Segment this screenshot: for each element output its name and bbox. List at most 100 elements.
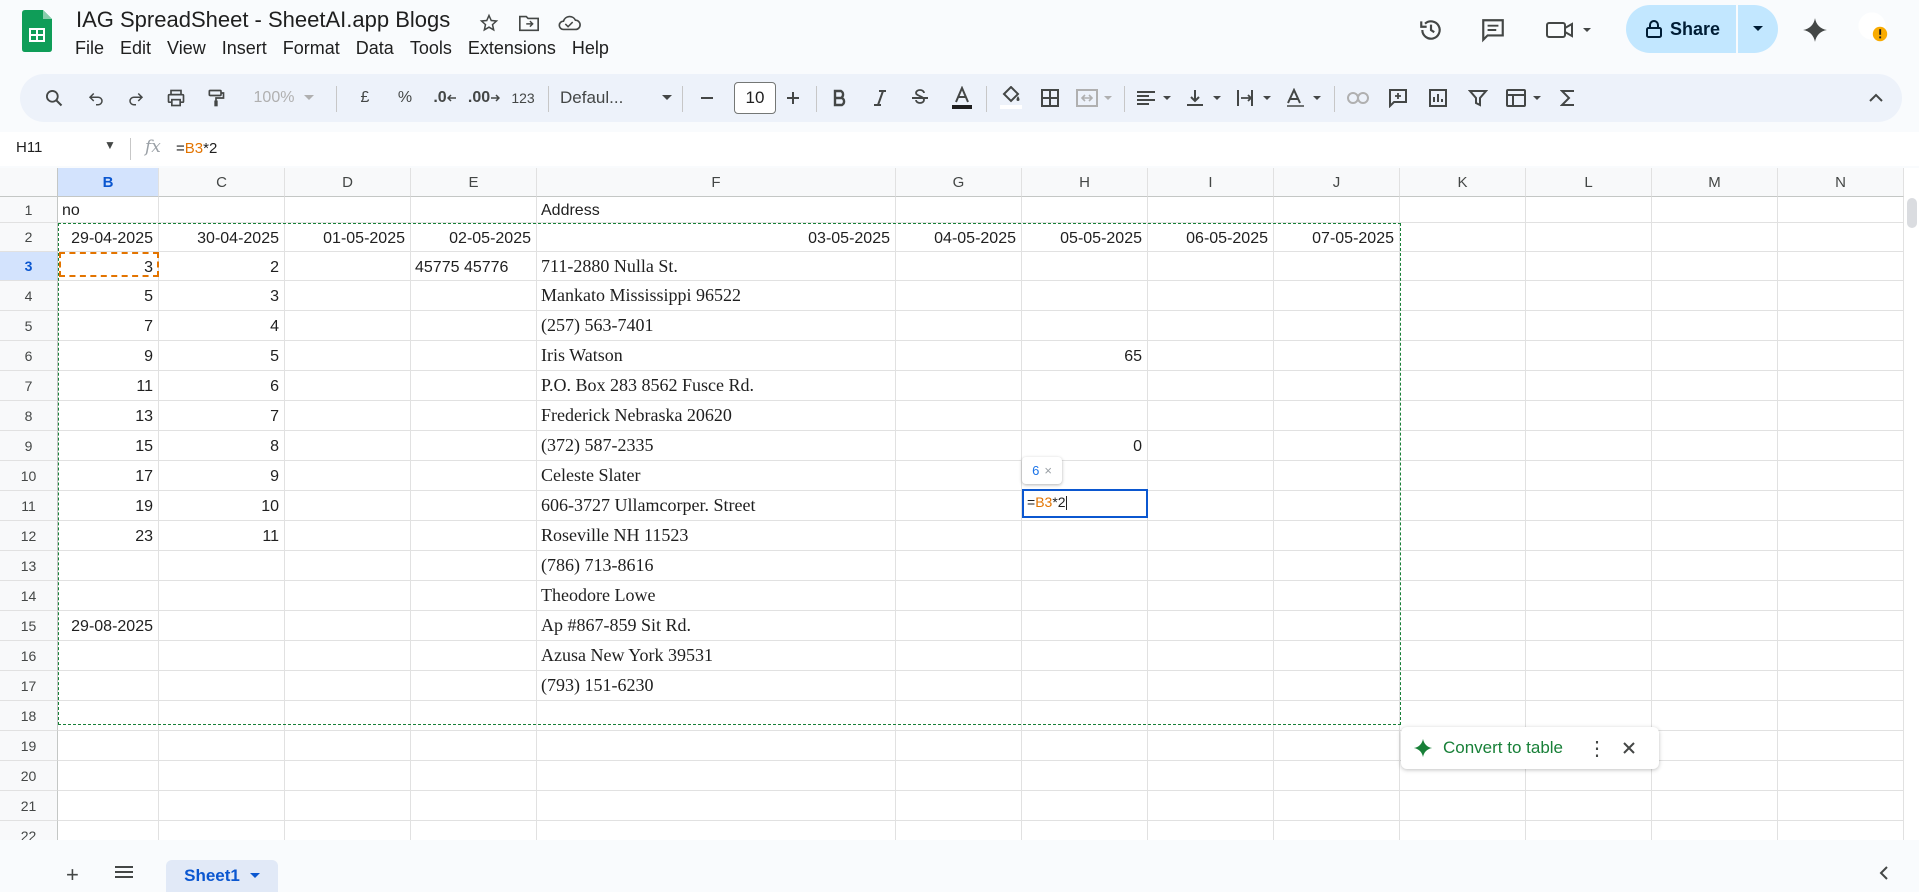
column-header-m[interactable]: M bbox=[1652, 168, 1778, 197]
document-title[interactable]: IAG SpreadSheet - SheetAI.app Blogs bbox=[76, 7, 450, 33]
column-header-j[interactable]: J bbox=[1274, 168, 1400, 197]
more-options-icon[interactable]: ⋮ bbox=[1587, 736, 1607, 761]
cell-b10[interactable]: 17 bbox=[58, 467, 153, 487]
decrease-font-size-icon[interactable] bbox=[694, 84, 720, 112]
cell-b12[interactable]: 23 bbox=[58, 527, 153, 547]
row-header-12[interactable]: 12 bbox=[0, 521, 58, 551]
active-cell-editor[interactable]: =B3*2 bbox=[1022, 489, 1148, 518]
column-header-l[interactable]: L bbox=[1526, 168, 1652, 197]
menu-tools[interactable]: Tools bbox=[402, 36, 460, 61]
sheet-tab-dropdown-icon[interactable] bbox=[249, 873, 260, 879]
cell-h9[interactable]: 0 bbox=[1022, 437, 1142, 457]
text-wrapping-icon[interactable] bbox=[1234, 84, 1276, 112]
menu-help[interactable]: Help bbox=[564, 36, 617, 61]
cell-f8[interactable]: Frederick Nebraska 20620 bbox=[541, 405, 732, 425]
cell-b8[interactable]: 13 bbox=[58, 407, 153, 427]
cell-g2[interactable]: 04-05-2025 bbox=[896, 229, 1016, 249]
column-header-c[interactable]: C bbox=[159, 168, 285, 197]
row-header-8[interactable]: 8 bbox=[0, 401, 58, 431]
row-header-4[interactable]: 4 bbox=[0, 281, 58, 311]
row-header-18[interactable]: 18 bbox=[0, 701, 58, 731]
column-header-e[interactable]: E bbox=[411, 168, 537, 197]
insert-link-icon[interactable] bbox=[1344, 84, 1372, 112]
add-sheet-icon[interactable]: + bbox=[66, 862, 79, 888]
cell-f14[interactable]: Theodore Lowe bbox=[541, 585, 655, 605]
menu-format[interactable]: Format bbox=[275, 36, 348, 61]
cell-d2[interactable]: 01-05-2025 bbox=[285, 229, 405, 249]
comments-icon[interactable] bbox=[1477, 14, 1509, 46]
print-icon[interactable] bbox=[162, 84, 190, 112]
menu-view[interactable]: View bbox=[159, 36, 214, 61]
account-avatar[interactable] bbox=[1856, 10, 1888, 42]
cell-b4[interactable]: 5 bbox=[58, 287, 153, 307]
column-header-k[interactable]: K bbox=[1400, 168, 1526, 197]
share-button[interactable]: Share bbox=[1626, 5, 1778, 53]
cell-f7[interactable]: P.O. Box 283 8562 Fusce Rd. bbox=[541, 375, 754, 395]
column-header-h[interactable]: H bbox=[1022, 168, 1148, 197]
cloud-saved-icon[interactable] bbox=[556, 10, 582, 36]
column-header-f[interactable]: F bbox=[537, 168, 896, 197]
cell-f5[interactable]: (257) 563-7401 bbox=[541, 315, 653, 335]
menu-edit[interactable]: Edit bbox=[112, 36, 159, 61]
cell-c5[interactable]: 4 bbox=[159, 317, 279, 337]
horizontal-align-icon[interactable] bbox=[1134, 84, 1176, 112]
decrease-decimal-button[interactable]: .0 bbox=[428, 84, 462, 112]
share-dropdown[interactable] bbox=[1735, 5, 1778, 53]
cell-c2[interactable]: 30-04-2025 bbox=[159, 229, 279, 249]
row-header-7[interactable]: 7 bbox=[0, 371, 58, 401]
borders-icon[interactable] bbox=[1036, 84, 1064, 112]
cell-e2[interactable]: 02-05-2025 bbox=[411, 229, 531, 249]
strikethrough-icon[interactable] bbox=[906, 84, 934, 112]
cell-f3[interactable]: 711-2880 Nulla St. bbox=[541, 256, 678, 276]
vertical-scrollbar[interactable] bbox=[1907, 198, 1917, 228]
cell-b2[interactable]: 29-04-2025 bbox=[58, 229, 153, 249]
bold-icon[interactable] bbox=[826, 84, 854, 112]
sheet-tab[interactable]: Sheet1 bbox=[166, 860, 278, 892]
row-header-20[interactable]: 20 bbox=[0, 761, 58, 791]
search-menus-icon[interactable] bbox=[40, 84, 68, 112]
row-header-19[interactable]: 19 bbox=[0, 731, 58, 761]
cell-b11[interactable]: 19 bbox=[58, 497, 153, 517]
italic-icon[interactable] bbox=[866, 84, 894, 112]
cell-c4[interactable]: 3 bbox=[159, 287, 279, 307]
gemini-sparkle-icon[interactable] bbox=[1799, 14, 1831, 46]
menu-extensions[interactable]: Extensions bbox=[460, 36, 564, 61]
preview-close-icon[interactable]: × bbox=[1044, 463, 1052, 478]
star-icon[interactable] bbox=[476, 10, 502, 36]
cell-c3[interactable]: 2 bbox=[159, 258, 279, 278]
cell-b9[interactable]: 15 bbox=[58, 437, 153, 457]
functions-icon[interactable] bbox=[1554, 84, 1582, 112]
cell-c8[interactable]: 7 bbox=[159, 407, 279, 427]
format-percent-button[interactable]: % bbox=[392, 84, 418, 112]
row-header-3[interactable]: 3 bbox=[0, 252, 58, 281]
cell-j2[interactable]: 07-05-2025 bbox=[1274, 229, 1394, 249]
cell-f6[interactable]: Iris Watson bbox=[541, 345, 623, 365]
text-rotation-icon[interactable] bbox=[1284, 84, 1326, 112]
row-header-9[interactable]: 9 bbox=[0, 431, 58, 461]
select-all-corner[interactable] bbox=[0, 168, 58, 197]
collapse-toolbar-icon[interactable] bbox=[1862, 84, 1890, 112]
cell-b1[interactable]: no bbox=[62, 201, 80, 221]
table-view-icon[interactable] bbox=[1504, 84, 1546, 112]
zoom-select[interactable]: 100% bbox=[244, 84, 324, 112]
text-color-icon[interactable] bbox=[946, 84, 978, 112]
cell-f9[interactable]: (372) 587-2335 bbox=[541, 435, 653, 455]
row-header-10[interactable]: 10 bbox=[0, 461, 58, 491]
sheets-logo-icon[interactable] bbox=[22, 10, 62, 60]
cell-f10[interactable]: Celeste Slater bbox=[541, 465, 640, 485]
cell-b6[interactable]: 9 bbox=[58, 347, 153, 367]
menu-file[interactable]: File bbox=[67, 36, 112, 61]
redo-icon[interactable] bbox=[122, 84, 150, 112]
row-header-17[interactable]: 17 bbox=[0, 671, 58, 701]
formula-result-preview[interactable]: 6 × bbox=[1022, 457, 1062, 484]
row-header-5[interactable]: 5 bbox=[0, 311, 58, 341]
fill-color-icon[interactable] bbox=[996, 84, 1026, 112]
convert-to-table-chip[interactable]: Convert to table ⋮ bbox=[1401, 727, 1659, 769]
menu-insert[interactable]: Insert bbox=[214, 36, 275, 61]
cell-f1[interactable]: Address bbox=[541, 201, 600, 221]
name-box[interactable]: H11 bbox=[16, 139, 42, 156]
cell-b5[interactable]: 7 bbox=[58, 317, 153, 337]
cell-f13[interactable]: (786) 713-8616 bbox=[541, 555, 653, 575]
cell-c11[interactable]: 10 bbox=[159, 497, 279, 517]
row-header-6[interactable]: 6 bbox=[0, 341, 58, 371]
